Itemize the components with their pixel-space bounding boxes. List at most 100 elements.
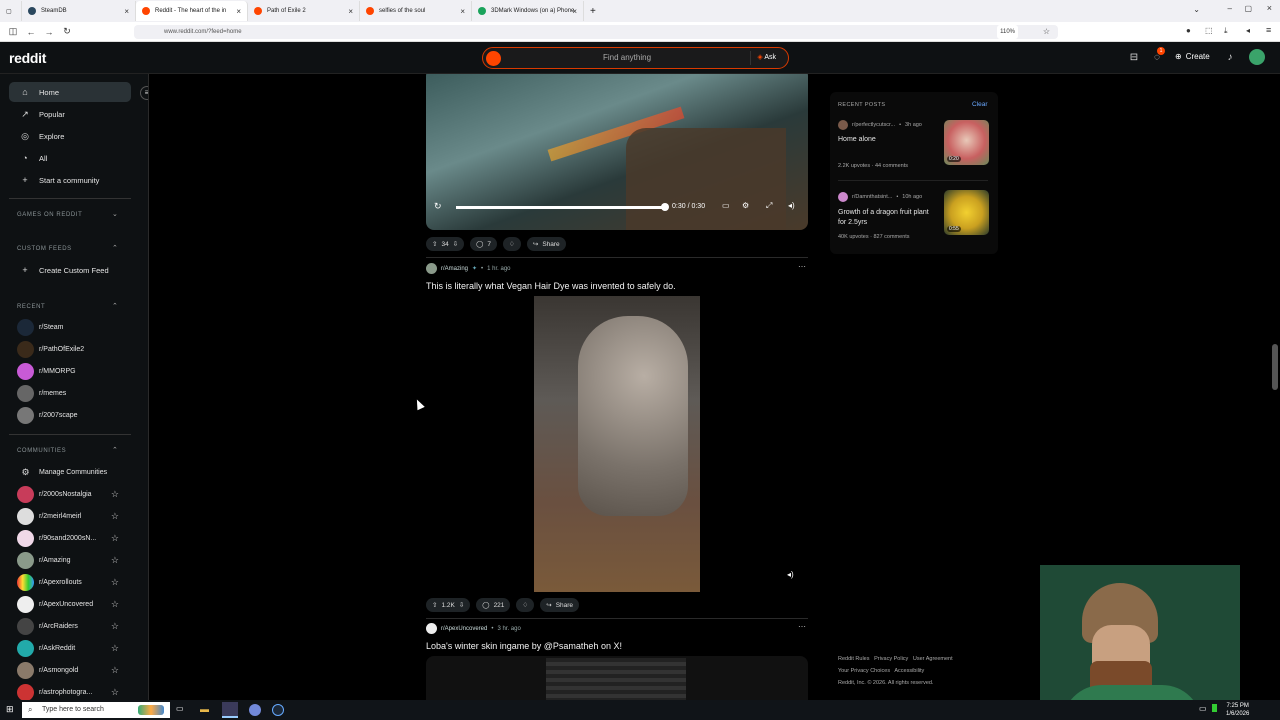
maximize-icon[interactable]: ▢: [1244, 4, 1252, 13]
community-item[interactable]: r/Amazing ☆: [17, 551, 127, 569]
post-title[interactable]: This is literally what Vegan Hair Dye wa…: [426, 281, 676, 291]
file-explorer-icon[interactable]: ▬: [200, 704, 209, 714]
browser-tab[interactable]: selfies of the soul ×: [360, 1, 472, 21]
close-icon[interactable]: ×: [236, 7, 241, 16]
award-button[interactable]: ♢: [516, 598, 535, 612]
address-bar[interactable]: www.reddit.com/?feed=home 110% ☆: [134, 25, 1058, 39]
recent-item[interactable]: r/memes: [17, 384, 127, 402]
chevron-up-icon[interactable]: ⌃: [112, 446, 118, 454]
chevron-up-icon[interactable]: ⌃: [112, 302, 118, 310]
subreddit-link[interactable]: r/ApexUncovered: [441, 626, 487, 632]
community-item[interactable]: r/2000sNostalgia ☆: [17, 485, 127, 503]
close-icon[interactable]: ×: [348, 7, 353, 16]
video-progress-bar[interactable]: [456, 206, 666, 209]
chevron-down-icon[interactable]: ⌄: [112, 210, 118, 218]
close-icon[interactable]: ×: [460, 7, 465, 16]
close-icon[interactable]: ×: [572, 7, 577, 16]
vote-control[interactable]: ⇧ 34 ⇩: [426, 237, 465, 251]
manage-communities[interactable]: ⚙ Manage Communities: [17, 463, 127, 481]
video-player[interactable]: ↻ 0:30 / 0:30 ▭ ⚙ ⤢ ◂): [426, 74, 808, 230]
steam-icon[interactable]: [272, 704, 284, 716]
start-icon[interactable]: ⊞: [6, 704, 14, 715]
recent-post-thumbnail[interactable]: 0:55: [944, 190, 989, 235]
recent-item[interactable]: r/Steam: [17, 318, 127, 336]
reddit-logo[interactable]: reddit: [9, 50, 46, 66]
star-icon[interactable]: ☆: [111, 643, 119, 654]
footer-line[interactable]: Your Privacy Choices Accessibility: [838, 668, 953, 674]
downloads-icon[interactable]: ⤓: [1224, 26, 1228, 36]
search-input[interactable]: Find anything ◈ Ask: [482, 47, 789, 69]
tray-icon[interactable]: [1212, 704, 1217, 712]
video-player[interactable]: ◂): [426, 296, 808, 592]
minimize-icon[interactable]: –: [1228, 4, 1232, 13]
award-button[interactable]: ♢: [503, 237, 521, 251]
taskbar-search[interactable]: ⌕ Type here to search: [22, 702, 170, 718]
sidebar-item-home[interactable]: ⌂ Home: [9, 82, 131, 102]
recent-post-item[interactable]: r/perfectlycutscr... • 3h ago Home alone 2…: [838, 120, 938, 169]
recent-heading[interactable]: RECENT: [17, 304, 45, 310]
chevron-down-icon[interactable]: ⌄: [1193, 5, 1200, 14]
collapse-sidebar-icon[interactable]: ≡: [140, 86, 148, 100]
star-icon[interactable]: ☆: [111, 599, 119, 610]
settings-icon[interactable]: ⚙: [742, 201, 749, 210]
replay-icon[interactable]: ↻: [434, 201, 442, 212]
new-tab-button[interactable]: +: [584, 1, 602, 21]
account-icon[interactable]: ●: [1186, 26, 1191, 35]
volume-icon[interactable]: ◂): [787, 570, 794, 579]
games-heading[interactable]: GAMES ON REDDIT: [17, 212, 82, 218]
community-avatar[interactable]: [426, 623, 437, 634]
recent-item[interactable]: r/PathOfExile2: [17, 340, 127, 358]
task-view-icon[interactable]: ▭: [176, 704, 184, 713]
community-avatar[interactable]: [426, 263, 437, 274]
audio-icon[interactable]: ◂: [1246, 26, 1250, 35]
clear-button[interactable]: Clear: [972, 101, 988, 108]
bell-icon[interactable]: ♪: [1224, 52, 1236, 64]
firefox-taskbar-icon[interactable]: [222, 702, 238, 718]
browser-tab-active[interactable]: Reddit - The heart of the in ×: [136, 1, 248, 21]
video-scrubber[interactable]: [661, 203, 669, 211]
custom-feeds-heading[interactable]: CUSTOM FEEDS: [17, 246, 72, 252]
forward-icon[interactable]: →: [40, 27, 58, 37]
comments-button[interactable]: ◯ 221: [476, 598, 511, 612]
bookmark-star-icon[interactable]: ☆: [1043, 25, 1050, 39]
sidebar-item-popular[interactable]: ↗ Popular: [9, 104, 131, 124]
star-icon[interactable]: ☆: [111, 511, 119, 522]
chevron-up-icon[interactable]: ⌃: [112, 244, 118, 252]
volume-icon[interactable]: ◂): [788, 201, 795, 210]
tray-icon[interactable]: ▭: [1199, 704, 1207, 713]
sidebar-toggle-icon[interactable]: ▢: [0, 1, 22, 21]
star-icon[interactable]: ☆: [111, 687, 119, 698]
fullscreen-icon[interactable]: ⤢: [766, 201, 772, 211]
scrollbar-thumb[interactable]: [1272, 344, 1278, 390]
zoom-level[interactable]: 110%: [997, 25, 1018, 39]
back-icon[interactable]: ←: [22, 27, 40, 37]
browser-tab[interactable]: Path of Exile 2 ×: [248, 1, 360, 21]
downvote-icon[interactable]: ⇩: [459, 601, 464, 609]
recent-post-thumbnail[interactable]: 0:20: [944, 120, 989, 165]
post-image[interactable]: [426, 656, 808, 700]
sidebar-item-explore[interactable]: ◎ Explore: [9, 126, 131, 146]
close-window-icon[interactable]: ×: [1267, 3, 1272, 13]
share-button[interactable]: ↪ Share: [526, 237, 566, 251]
community-item[interactable]: r/Apexrollouts ☆: [17, 573, 127, 591]
community-item[interactable]: r/90sand2000sN... ☆: [17, 529, 127, 547]
recent-post-item[interactable]: r/Damnthatsint... • 10h ago Growth of a dr…: [838, 192, 938, 240]
sidebar-icon[interactable]: ◫: [4, 26, 22, 37]
community-item[interactable]: r/Asmongold ☆: [17, 661, 127, 679]
recent-item[interactable]: r/2007scape: [17, 406, 127, 424]
ask-button[interactable]: ◈ Ask: [750, 51, 782, 65]
captions-icon[interactable]: ▭: [722, 201, 730, 210]
subreddit-link[interactable]: r/Amazing: [441, 266, 468, 272]
menu-icon[interactable]: ≡: [1266, 25, 1271, 35]
recent-item[interactable]: r/MMORPG: [17, 362, 127, 380]
close-icon[interactable]: ×: [124, 7, 129, 16]
footer-line[interactable]: Reddit Rules Privacy Policy User Agreeme…: [838, 656, 953, 662]
post-title[interactable]: Loba's winter skin ingame by @Psamatheh …: [426, 641, 622, 651]
community-item[interactable]: r/astrophotogra... ☆: [17, 683, 127, 700]
more-options-icon[interactable]: ⋯: [798, 622, 806, 631]
share-button[interactable]: ↪ Share: [540, 598, 580, 612]
community-item[interactable]: r/2meirl4meirl ☆: [17, 507, 127, 525]
star-icon[interactable]: ☆: [111, 577, 119, 588]
star-icon[interactable]: ☆: [111, 555, 119, 566]
browser-tab[interactable]: 3DMark Windows (on a) Phone ×: [472, 1, 584, 21]
